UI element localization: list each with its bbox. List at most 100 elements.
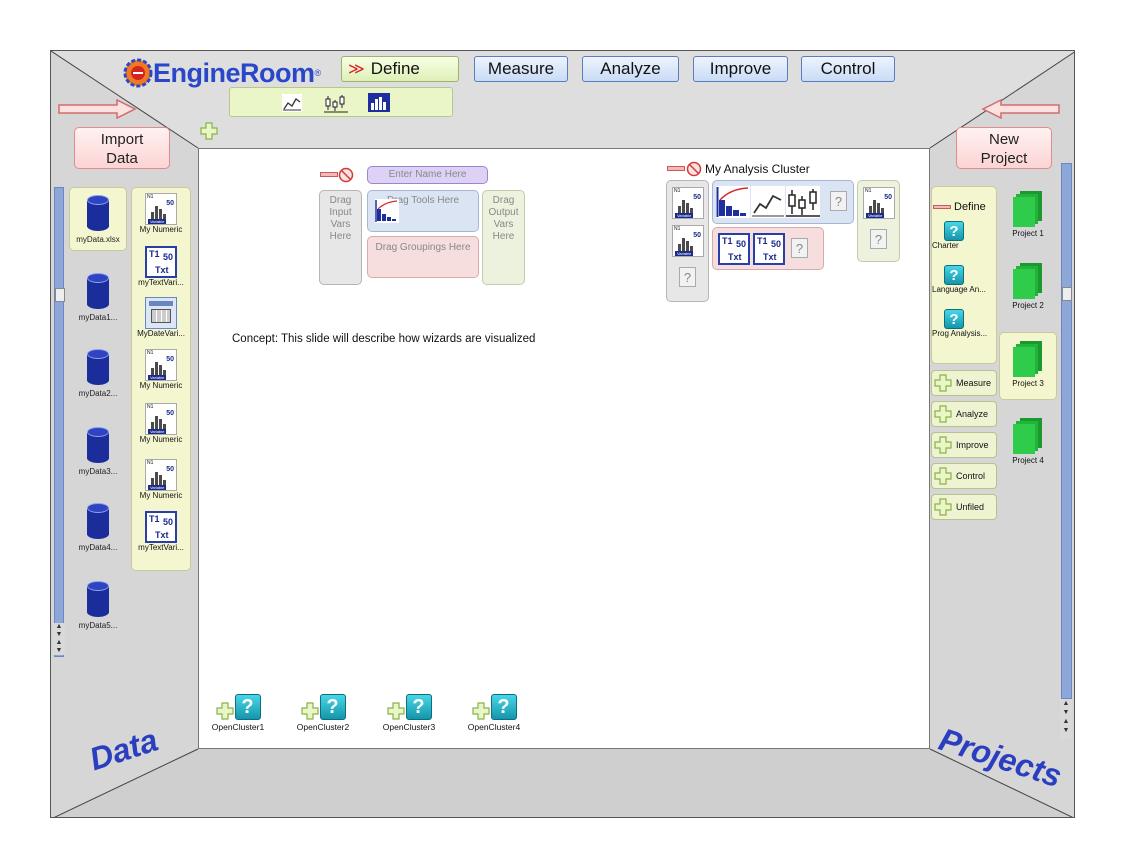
empty-slot-question[interactable]: ?: [679, 267, 696, 287]
histogram-icon[interactable]: [368, 93, 390, 112]
line-chart-icon[interactable]: [751, 186, 785, 218]
text-variable-icon: T1 50 Txt: [718, 233, 750, 265]
projects-scrollbar[interactable]: [1061, 163, 1072, 699]
dataset-item[interactable]: myData1...: [69, 273, 127, 322]
plus-icon: [934, 405, 952, 423]
plus-icon: [934, 467, 952, 485]
project-label: Project 3: [1012, 379, 1044, 388]
variable-label: My Numeric: [139, 225, 183, 234]
tab-analyze[interactable]: Analyze: [582, 56, 679, 82]
no-entry-icon[interactable]: [686, 161, 702, 177]
help-question-icon: ?: [319, 694, 346, 720]
help-question-icon: ?: [944, 309, 964, 329]
variable-item[interactable]: MyDateVari...: [132, 297, 190, 338]
tab-define[interactable]: ≫ Define: [341, 56, 459, 82]
plus-icon: [934, 374, 952, 392]
variable-label: myTextVari...: [138, 543, 184, 552]
dataset-item[interactable]: myData3...: [69, 427, 127, 476]
collapse-minus-icon[interactable]: [933, 205, 951, 209]
numeric-variable-icon: N1 50 Variable: [145, 459, 177, 491]
remove-cluster-minus-icon[interactable]: [667, 166, 685, 171]
open-cluster[interactable]: ? OpenCluster3: [374, 690, 444, 732]
tools-dropzone[interactable]: Drag Tools Here: [367, 190, 479, 232]
dataset-label: myData3...: [78, 467, 118, 476]
projects-scroll-thumb[interactable]: [1062, 287, 1072, 301]
data-scroll-thumb[interactable]: [55, 288, 65, 302]
new-project-button[interactable]: New Project: [956, 127, 1052, 169]
import-data-button[interactable]: Import Data: [74, 127, 170, 169]
pareto-chart-icon: [375, 199, 399, 223]
define-item[interactable]: ? Prog Analysis...: [932, 309, 996, 338]
open-cluster-label: OpenCluster1: [211, 722, 265, 732]
cluster-output-vars[interactable]: N1 50 Variable ?: [857, 180, 900, 262]
tab-control[interactable]: Control: [801, 56, 895, 82]
project-folder-icon: [1013, 341, 1042, 377]
cluster-tools[interactable]: ?: [712, 180, 854, 224]
empty-slot-question[interactable]: ?: [830, 191, 847, 211]
variable-item[interactable]: N1 50 Variable My Numeric: [132, 193, 190, 234]
define-item-label: Language An...: [932, 285, 986, 294]
project-item[interactable]: Project 3: [999, 341, 1057, 388]
cluster-groupings[interactable]: T1 50 Txt T1 50 Txt ?: [712, 227, 824, 270]
numeric-variable-icon: N1 50 Variable: [145, 349, 177, 381]
define-item[interactable]: ? Charter: [932, 221, 996, 250]
dataset-item[interactable]: myData5...: [69, 581, 127, 630]
data-scroll-stepper[interactable]: ▲ ▼ ▲ ▼: [53, 623, 65, 655]
project-folder-icon: [1013, 418, 1042, 454]
project-item[interactable]: Project 2: [999, 263, 1057, 310]
cluster-input-vars[interactable]: N1 50 Variable N1 50 Variable ?: [666, 180, 709, 302]
improve-phase-button[interactable]: Improve: [931, 432, 997, 458]
empty-slot-question[interactable]: ?: [791, 238, 808, 258]
define-item[interactable]: ? Language An...: [932, 265, 996, 294]
left-arrow-right-icon: [58, 99, 137, 119]
dataset-item[interactable]: myData4...: [69, 503, 127, 552]
variable-label: MyDateVari...: [137, 329, 185, 338]
project-item[interactable]: Project 1: [999, 191, 1057, 238]
project-folder-icon: [1013, 263, 1042, 299]
input-vars-dropzone[interactable]: Drag Input Vars Here: [319, 190, 362, 285]
dataset-item[interactable]: myData.xlsx: [69, 195, 127, 244]
variable-label: myTextVari...: [138, 278, 184, 287]
date-variable-icon: [145, 297, 177, 329]
plus-icon: [215, 702, 234, 720]
unfiled-phase-label: Unfiled: [956, 502, 985, 512]
unfiled-phase-button[interactable]: Unfiled: [931, 494, 997, 520]
logo-text: EngineRoom: [153, 57, 315, 88]
database-icon: [87, 195, 109, 231]
add-cluster-plus-icon[interactable]: [200, 122, 218, 140]
remove-cluster-minus-icon[interactable]: [320, 172, 338, 177]
empty-slot-question[interactable]: ?: [870, 229, 887, 249]
line-chart-icon[interactable]: [282, 94, 302, 112]
variable-item[interactable]: T1 50 Txt myTextVari...: [132, 246, 190, 287]
projects-scroll-stepper[interactable]: ▲ ▼ ▲ ▼: [1060, 699, 1072, 739]
variable-item[interactable]: N1 50 Variable My Numeric: [132, 403, 190, 444]
open-cluster[interactable]: ? OpenCluster1: [203, 690, 273, 732]
data-scrollbar[interactable]: [54, 187, 65, 657]
control-phase-button[interactable]: Control: [931, 463, 997, 489]
open-cluster[interactable]: ? OpenCluster2: [288, 690, 358, 732]
tab-improve[interactable]: Improve: [693, 56, 788, 82]
variable-item[interactable]: N1 50 Variable My Numeric: [132, 459, 190, 500]
dataset-item[interactable]: myData2...: [69, 349, 127, 398]
project-item[interactable]: Project 4: [999, 418, 1057, 465]
help-question-icon: ?: [234, 694, 261, 720]
plus-icon: [300, 702, 319, 720]
right-arrow-left-icon: [981, 99, 1060, 119]
variable-item[interactable]: T1 50 Txt myTextVari...: [132, 511, 190, 552]
dataset-label: myData5...: [78, 621, 118, 630]
candlestick-icon[interactable]: [324, 93, 348, 113]
analyze-phase-button[interactable]: Analyze: [931, 401, 997, 427]
workspace-canvas[interactable]: Enter Name Here Drag Input Vars Here Dra…: [198, 148, 930, 749]
dataset-label: myData1...: [78, 313, 118, 322]
cluster-name-input[interactable]: Enter Name Here: [367, 166, 488, 184]
pareto-chart-icon[interactable]: [716, 186, 750, 218]
candlestick-icon[interactable]: [786, 186, 820, 218]
database-icon: [87, 349, 109, 385]
no-entry-icon[interactable]: [338, 167, 354, 183]
open-cluster[interactable]: ? OpenCluster4: [459, 690, 529, 732]
measure-phase-button[interactable]: Measure: [931, 370, 997, 396]
variable-item[interactable]: N1 50 Variable My Numeric: [132, 349, 190, 390]
output-vars-dropzone[interactable]: Drag Output Vars Here: [482, 190, 525, 285]
groupings-dropzone[interactable]: Drag Groupings Here: [367, 236, 479, 278]
tab-measure[interactable]: Measure: [474, 56, 568, 82]
